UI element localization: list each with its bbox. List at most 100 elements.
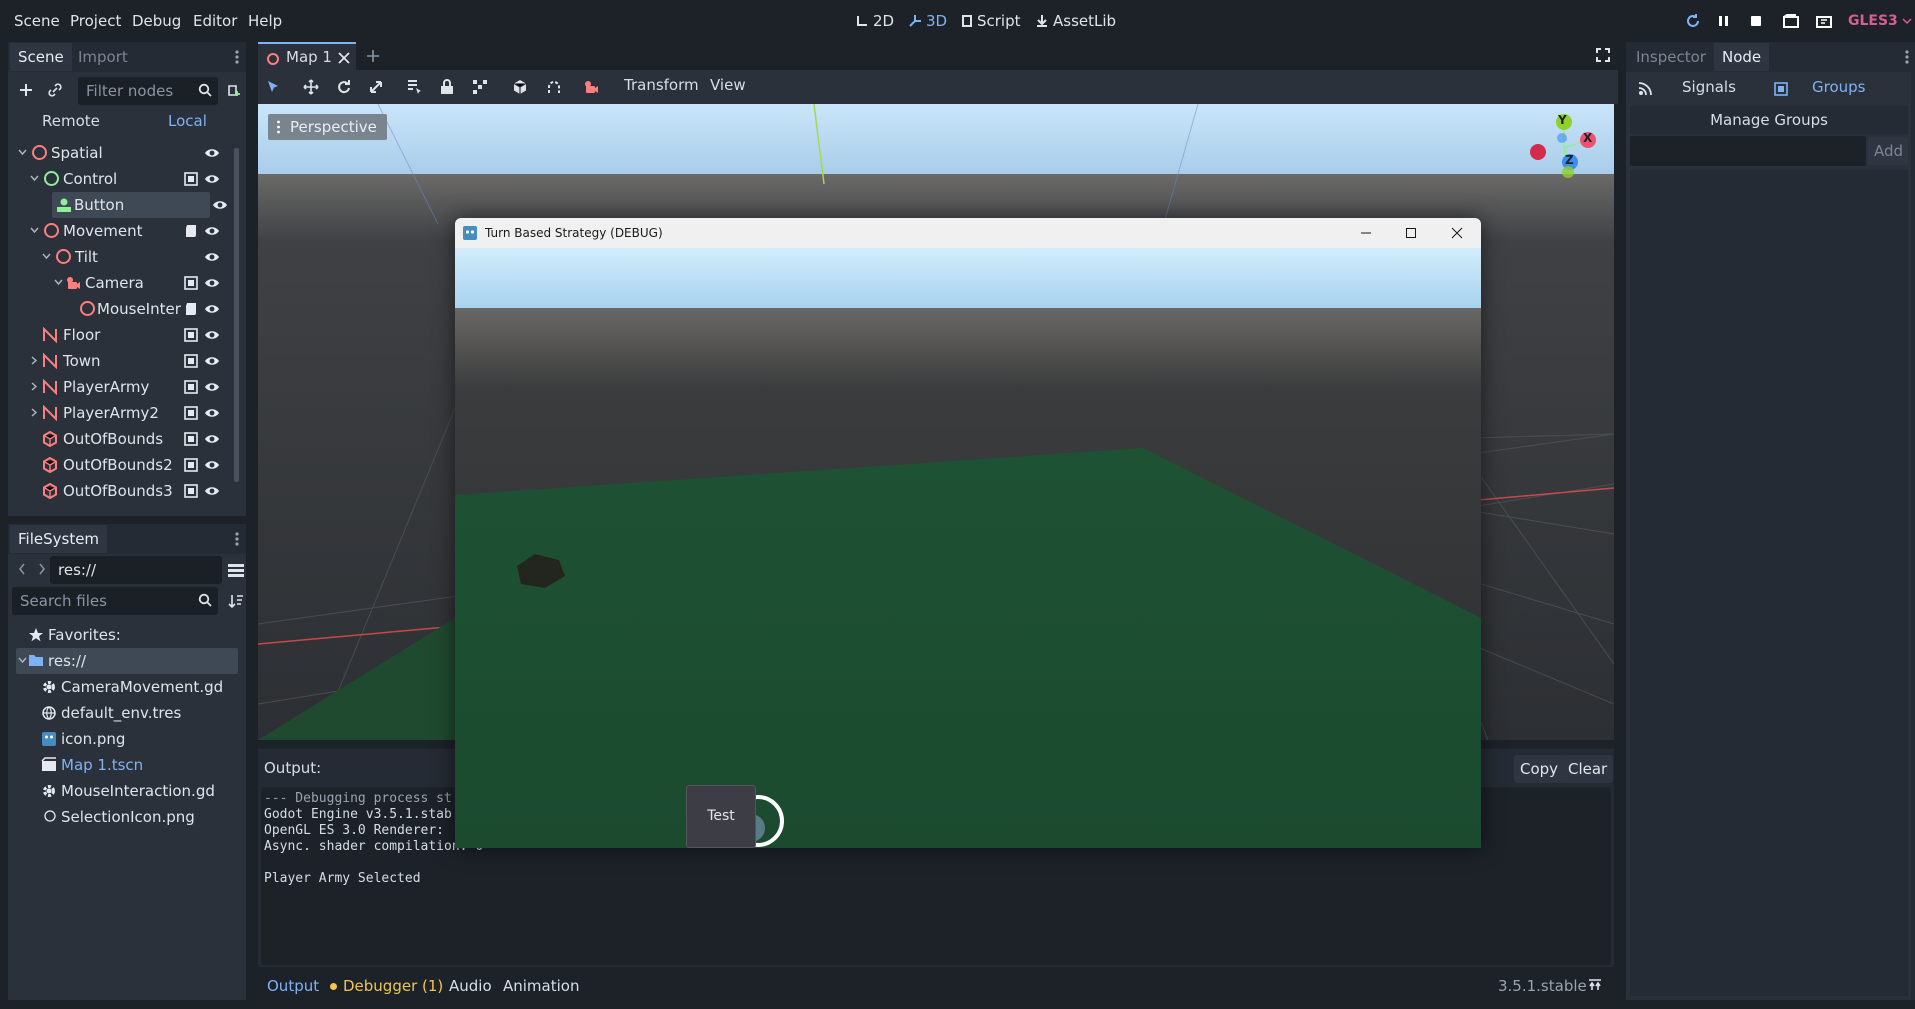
eye-icon[interactable] bbox=[204, 224, 220, 238]
menu-scene[interactable]: Scene bbox=[7, 8, 67, 34]
eye-icon[interactable] bbox=[204, 172, 220, 186]
kebab-menu-icon[interactable] bbox=[232, 49, 242, 65]
eye-icon[interactable] bbox=[204, 146, 220, 160]
selectable-icon[interactable] bbox=[184, 328, 198, 342]
favorites-item[interactable]: Favorites: bbox=[8, 622, 238, 648]
minimize-icon[interactable] bbox=[1360, 227, 1372, 239]
manage-groups-button[interactable]: Manage Groups bbox=[1630, 106, 1908, 134]
close-icon[interactable] bbox=[1451, 227, 1463, 239]
view-menu[interactable]: View bbox=[710, 76, 746, 94]
signals-tab[interactable]: Signals bbox=[1630, 76, 1766, 102]
rotate-reload-icon[interactable] bbox=[1682, 11, 1704, 31]
mode-assetlib-button[interactable]: AssetLib bbox=[1035, 8, 1116, 34]
mode-3d-button[interactable]: 3D bbox=[908, 8, 947, 34]
folder-res-root[interactable]: res:// bbox=[16, 648, 238, 674]
eye-icon[interactable] bbox=[204, 484, 220, 498]
tree-node-movement[interactable]: Movement bbox=[8, 218, 234, 244]
selectable-icon[interactable] bbox=[184, 172, 198, 186]
sort-icon[interactable] bbox=[228, 593, 244, 609]
groups-tab[interactable]: Groups bbox=[1774, 76, 1910, 102]
tree-node-outofbounds2[interactable]: OutOfBounds2 bbox=[8, 452, 234, 478]
file-item[interactable]: icon.png bbox=[8, 726, 238, 752]
stop-icon[interactable] bbox=[1745, 11, 1767, 31]
game-viewport[interactable]: Test bbox=[455, 248, 1481, 848]
selectable-icon[interactable] bbox=[184, 354, 198, 368]
tree-node-floor[interactable]: Floor bbox=[8, 322, 234, 348]
selectable-icon[interactable] bbox=[184, 276, 198, 290]
list-select-icon[interactable] bbox=[406, 79, 422, 95]
add-tab-icon[interactable] bbox=[366, 49, 380, 63]
selectable-icon[interactable] bbox=[184, 484, 198, 498]
close-icon[interactable] bbox=[338, 52, 350, 64]
tree-node-playerarmy2[interactable]: PlayerArmy2 bbox=[8, 400, 234, 426]
file-item[interactable]: CameraMovement.gd bbox=[8, 674, 238, 700]
group-name-input[interactable] bbox=[1630, 136, 1866, 166]
tree-node-camera[interactable]: Camera bbox=[8, 270, 234, 296]
eye-icon[interactable] bbox=[204, 302, 220, 316]
instance-script-icon[interactable] bbox=[222, 78, 246, 102]
mode-2d-button[interactable]: 2D bbox=[855, 8, 894, 34]
play-scene-icon[interactable] bbox=[1780, 11, 1802, 31]
search-files-input[interactable]: Search files bbox=[12, 587, 218, 615]
move-tool-icon[interactable] bbox=[303, 79, 319, 95]
file-item[interactable]: SelectionIcon.png bbox=[8, 804, 238, 830]
file-item[interactable]: Map 1.tscn bbox=[8, 752, 238, 778]
add-node-icon[interactable] bbox=[14, 78, 38, 102]
selectable-icon[interactable] bbox=[184, 458, 198, 472]
path-field[interactable]: res:// bbox=[50, 556, 222, 584]
selectable-icon[interactable] bbox=[184, 432, 198, 446]
eye-icon[interactable] bbox=[204, 380, 220, 394]
menu-help[interactable]: Help bbox=[241, 8, 289, 34]
group-icon[interactable] bbox=[472, 79, 488, 95]
tab-node[interactable]: Node bbox=[1714, 43, 1770, 71]
play-custom-scene-icon[interactable] bbox=[1813, 11, 1835, 31]
expand-bottom-panel-icon[interactable] bbox=[1588, 978, 1602, 992]
script-icon[interactable] bbox=[184, 302, 198, 316]
eye-icon[interactable] bbox=[204, 276, 220, 290]
menu-editor[interactable]: Editor bbox=[186, 8, 244, 34]
camera-preview-icon[interactable] bbox=[583, 79, 599, 95]
file-item[interactable]: default_env.tres bbox=[8, 700, 238, 726]
tab-map-1[interactable]: Map 1 bbox=[258, 42, 356, 70]
eye-icon[interactable] bbox=[212, 198, 228, 212]
select-tool-icon[interactable] bbox=[266, 80, 280, 94]
scene-tree-scrollbar[interactable] bbox=[234, 148, 239, 482]
menu-project[interactable]: Project bbox=[63, 8, 128, 34]
distraction-free-icon[interactable] bbox=[1596, 48, 1610, 62]
tree-node-playerarmy[interactable]: PlayerArmy bbox=[8, 374, 234, 400]
maximize-icon[interactable] bbox=[1405, 227, 1417, 239]
eye-icon[interactable] bbox=[204, 406, 220, 420]
tab-scene[interactable]: Scene bbox=[10, 43, 72, 71]
tree-node-tilt[interactable]: Tilt bbox=[8, 244, 234, 270]
transform-menu[interactable]: Transform bbox=[624, 76, 699, 94]
eye-icon[interactable] bbox=[204, 458, 220, 472]
bottom-tab-audio[interactable]: Audio bbox=[449, 974, 492, 998]
lock-icon[interactable] bbox=[440, 79, 454, 95]
tree-node-mouseinter[interactable]: MouseInter bbox=[8, 296, 234, 322]
tab-inspector[interactable]: Inspector bbox=[1628, 43, 1714, 71]
selectable-icon[interactable] bbox=[184, 406, 198, 420]
file-item[interactable]: MouseInteraction.gd bbox=[8, 778, 238, 804]
kebab-menu-icon[interactable] bbox=[232, 531, 242, 547]
tree-node-outofbounds[interactable]: OutOfBounds bbox=[8, 426, 234, 452]
menu-debug[interactable]: Debug bbox=[125, 8, 188, 34]
orientation-gizmo[interactable]: Y X Z bbox=[1524, 110, 1604, 186]
scale-tool-icon[interactable] bbox=[368, 79, 384, 95]
tree-node-button[interactable]: Button bbox=[52, 192, 210, 218]
copy-button[interactable]: Copy bbox=[1514, 755, 1565, 783]
forward-icon[interactable] bbox=[38, 563, 46, 575]
eye-icon[interactable] bbox=[204, 250, 220, 264]
view-mode-icon[interactable] bbox=[228, 563, 244, 577]
mode-script-button[interactable]: Script bbox=[961, 8, 1021, 34]
eye-icon[interactable] bbox=[204, 432, 220, 446]
tree-node-town[interactable]: Town bbox=[8, 348, 234, 374]
clear-button[interactable]: Clear bbox=[1562, 755, 1614, 783]
test-button[interactable]: Test bbox=[686, 785, 756, 848]
eye-icon[interactable] bbox=[204, 328, 220, 342]
tab-import[interactable]: Import bbox=[70, 43, 136, 71]
bottom-tab-animation[interactable]: Animation bbox=[503, 974, 579, 998]
local-space-icon[interactable] bbox=[512, 79, 528, 95]
pause-icon[interactable] bbox=[1713, 11, 1735, 31]
filter-nodes-input[interactable]: Filter nodes bbox=[78, 77, 218, 105]
back-icon[interactable] bbox=[18, 563, 26, 575]
